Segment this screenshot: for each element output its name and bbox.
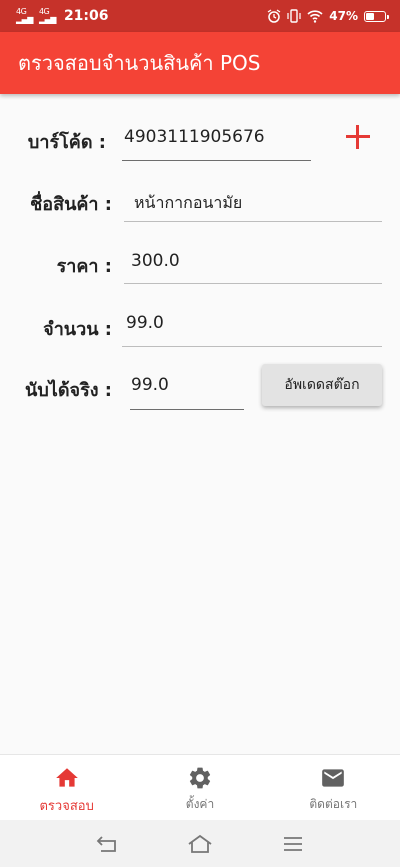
- alarm-icon: [267, 9, 281, 23]
- battery-level: [366, 12, 374, 20]
- status-time: 21:06: [63, 8, 109, 24]
- vibrate-icon: [287, 9, 301, 23]
- nav-tab-settings-label: ตั้งค่า: [185, 797, 215, 811]
- quantity-field[interactable]: 99.0: [126, 313, 164, 333]
- nav-tab-contact-label: ติดต่อเรา: [309, 797, 358, 811]
- barcode-underline: [122, 160, 311, 161]
- name-label: ชื่อสินค้า :: [30, 194, 112, 215]
- counted-input[interactable]: 99.0: [131, 375, 169, 395]
- page-title: ตรวจสอบจำนวนสินค้า POS: [18, 51, 261, 75]
- counted-underline: [130, 409, 244, 410]
- mail-icon: [322, 769, 345, 787]
- update-stock-button[interactable]: อัพเดดสต๊อก: [262, 364, 382, 406]
- home-nav-icon[interactable]: [186, 833, 214, 855]
- price-field[interactable]: 300.0: [131, 251, 180, 271]
- barcode-label: บาร์โค้ด :: [27, 132, 106, 153]
- nav-tab-settings[interactable]: ตั้งค่า: [133, 755, 266, 820]
- counted-label: นับได้จริง :: [25, 380, 112, 401]
- battery-percent: 47%: [329, 9, 358, 23]
- status-bar: 4G ▂▄▆ 4G ▂▄▆ 21:06 47%: [0, 0, 400, 32]
- price-label: ราคา :: [56, 256, 112, 277]
- battery-icon: [364, 10, 389, 22]
- quantity-underline: [122, 346, 382, 347]
- add-button[interactable]: [343, 122, 373, 152]
- back-icon[interactable]: [93, 833, 121, 855]
- barcode-input[interactable]: 4903111905676: [124, 127, 265, 147]
- wifi-icon: [307, 9, 323, 23]
- nav-tab-contact[interactable]: ติดต่อเรา: [267, 755, 400, 820]
- price-underline: [124, 283, 382, 284]
- name-underline: [124, 221, 382, 222]
- bottom-nav: ตรวจสอบ ตั้งค่า ติดต่อเรา: [0, 754, 400, 820]
- signal-icon-2: 4G ▂▄▆: [38, 7, 56, 24]
- quantity-label: จำนวน :: [43, 319, 112, 340]
- menu-icon[interactable]: [279, 833, 307, 855]
- app-bar: ตรวจสอบจำนวนสินค้า POS: [0, 32, 400, 94]
- nav-tab-check[interactable]: ตรวจสอบ: [0, 755, 133, 820]
- nav-tab-check-label: ตรวจสอบ: [39, 799, 94, 814]
- system-nav-bar: [0, 820, 400, 867]
- update-stock-button-label: อัพเดดสต๊อก: [284, 377, 360, 393]
- name-field[interactable]: หน้ากากอนามัย: [134, 191, 242, 216]
- signal-icon: 4G ▂▄▆: [16, 7, 33, 24]
- home-icon: [55, 768, 78, 787]
- gear-icon: [189, 767, 211, 789]
